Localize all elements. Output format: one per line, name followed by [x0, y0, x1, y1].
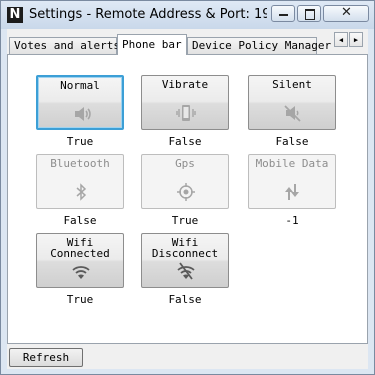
normal-label: Normal [60, 79, 100, 92]
tab-phone-bar[interactable]: Phone bar [117, 34, 187, 55]
bluetooth-icon [76, 183, 87, 201]
normal-button[interactable]: Normal [36, 75, 124, 130]
vibrate-label: Vibrate [161, 78, 209, 91]
mobile-data-label: Mobile Data [255, 157, 329, 170]
silent-label: Silent [272, 78, 312, 91]
mobile-data-button[interactable]: Mobile Data [248, 154, 336, 209]
tab-scroll-right-button[interactable]: ▶ [349, 32, 363, 47]
mute-icon [284, 105, 301, 122]
gps-button[interactable]: Gps [141, 154, 229, 209]
close-icon: ✕ [341, 5, 352, 20]
vibrate-button[interactable]: Vibrate [141, 75, 229, 130]
wifi-connected-value: True [66, 293, 94, 306]
gps-value: True [171, 214, 199, 227]
wifi-icon [72, 266, 90, 279]
volume-icon [75, 107, 91, 121]
title-bar[interactable]: N Settings - Remote Address & Port: 192.… [1, 1, 374, 29]
tab-device-policy-manager[interactable]: Device Policy Manager [187, 37, 331, 54]
maximize-button[interactable] [297, 5, 321, 22]
bluetooth-button[interactable]: Bluetooth [36, 154, 124, 209]
normal-value: True [66, 135, 94, 148]
mobile-data-value: -1 [285, 214, 299, 227]
maximize-icon [305, 9, 315, 20]
close-button[interactable]: ✕ [323, 5, 369, 22]
vibrate-value: False [168, 135, 202, 148]
tab-scroll-left-button[interactable]: ◀ [334, 32, 348, 47]
refresh-button[interactable]: Refresh [9, 348, 83, 367]
bluetooth-value: False [63, 214, 97, 227]
wifi-disconnect-label: Wifi Disconnect [151, 236, 219, 260]
tab-votes-and-alerts[interactable]: Votes and alerts [9, 37, 120, 54]
minimize-button[interactable] [271, 5, 295, 22]
silent-value: False [275, 135, 309, 148]
vibrate-icon [176, 105, 196, 121]
client-area: Votes and alerts Phone bar Device Policy… [7, 29, 368, 369]
gps-label: Gps [175, 157, 195, 170]
settings-window: N Settings - Remote Address & Port: 192.… [0, 0, 375, 375]
silent-button[interactable]: Silent [248, 75, 336, 130]
window-title: Settings - Remote Address & Port: 192...… [29, 7, 267, 22]
gps-icon [177, 183, 195, 201]
phone-bar-panel: Normal True Vibrate False Silent False B… [7, 54, 368, 344]
mobile-data-icon [285, 184, 299, 200]
app-logo-icon: N [7, 7, 23, 23]
bottom-bar: Refresh [7, 344, 368, 369]
wifi-disconnect-value: False [168, 293, 202, 306]
wifi-connected-button[interactable]: Wifi Connected [36, 233, 124, 288]
wifi-off-icon [177, 262, 195, 280]
minimize-icon [279, 14, 288, 16]
wifi-disconnect-button[interactable]: Wifi Disconnect [141, 233, 229, 288]
bluetooth-label: Bluetooth [50, 157, 110, 170]
wifi-connected-label: Wifi Connected [50, 236, 110, 260]
